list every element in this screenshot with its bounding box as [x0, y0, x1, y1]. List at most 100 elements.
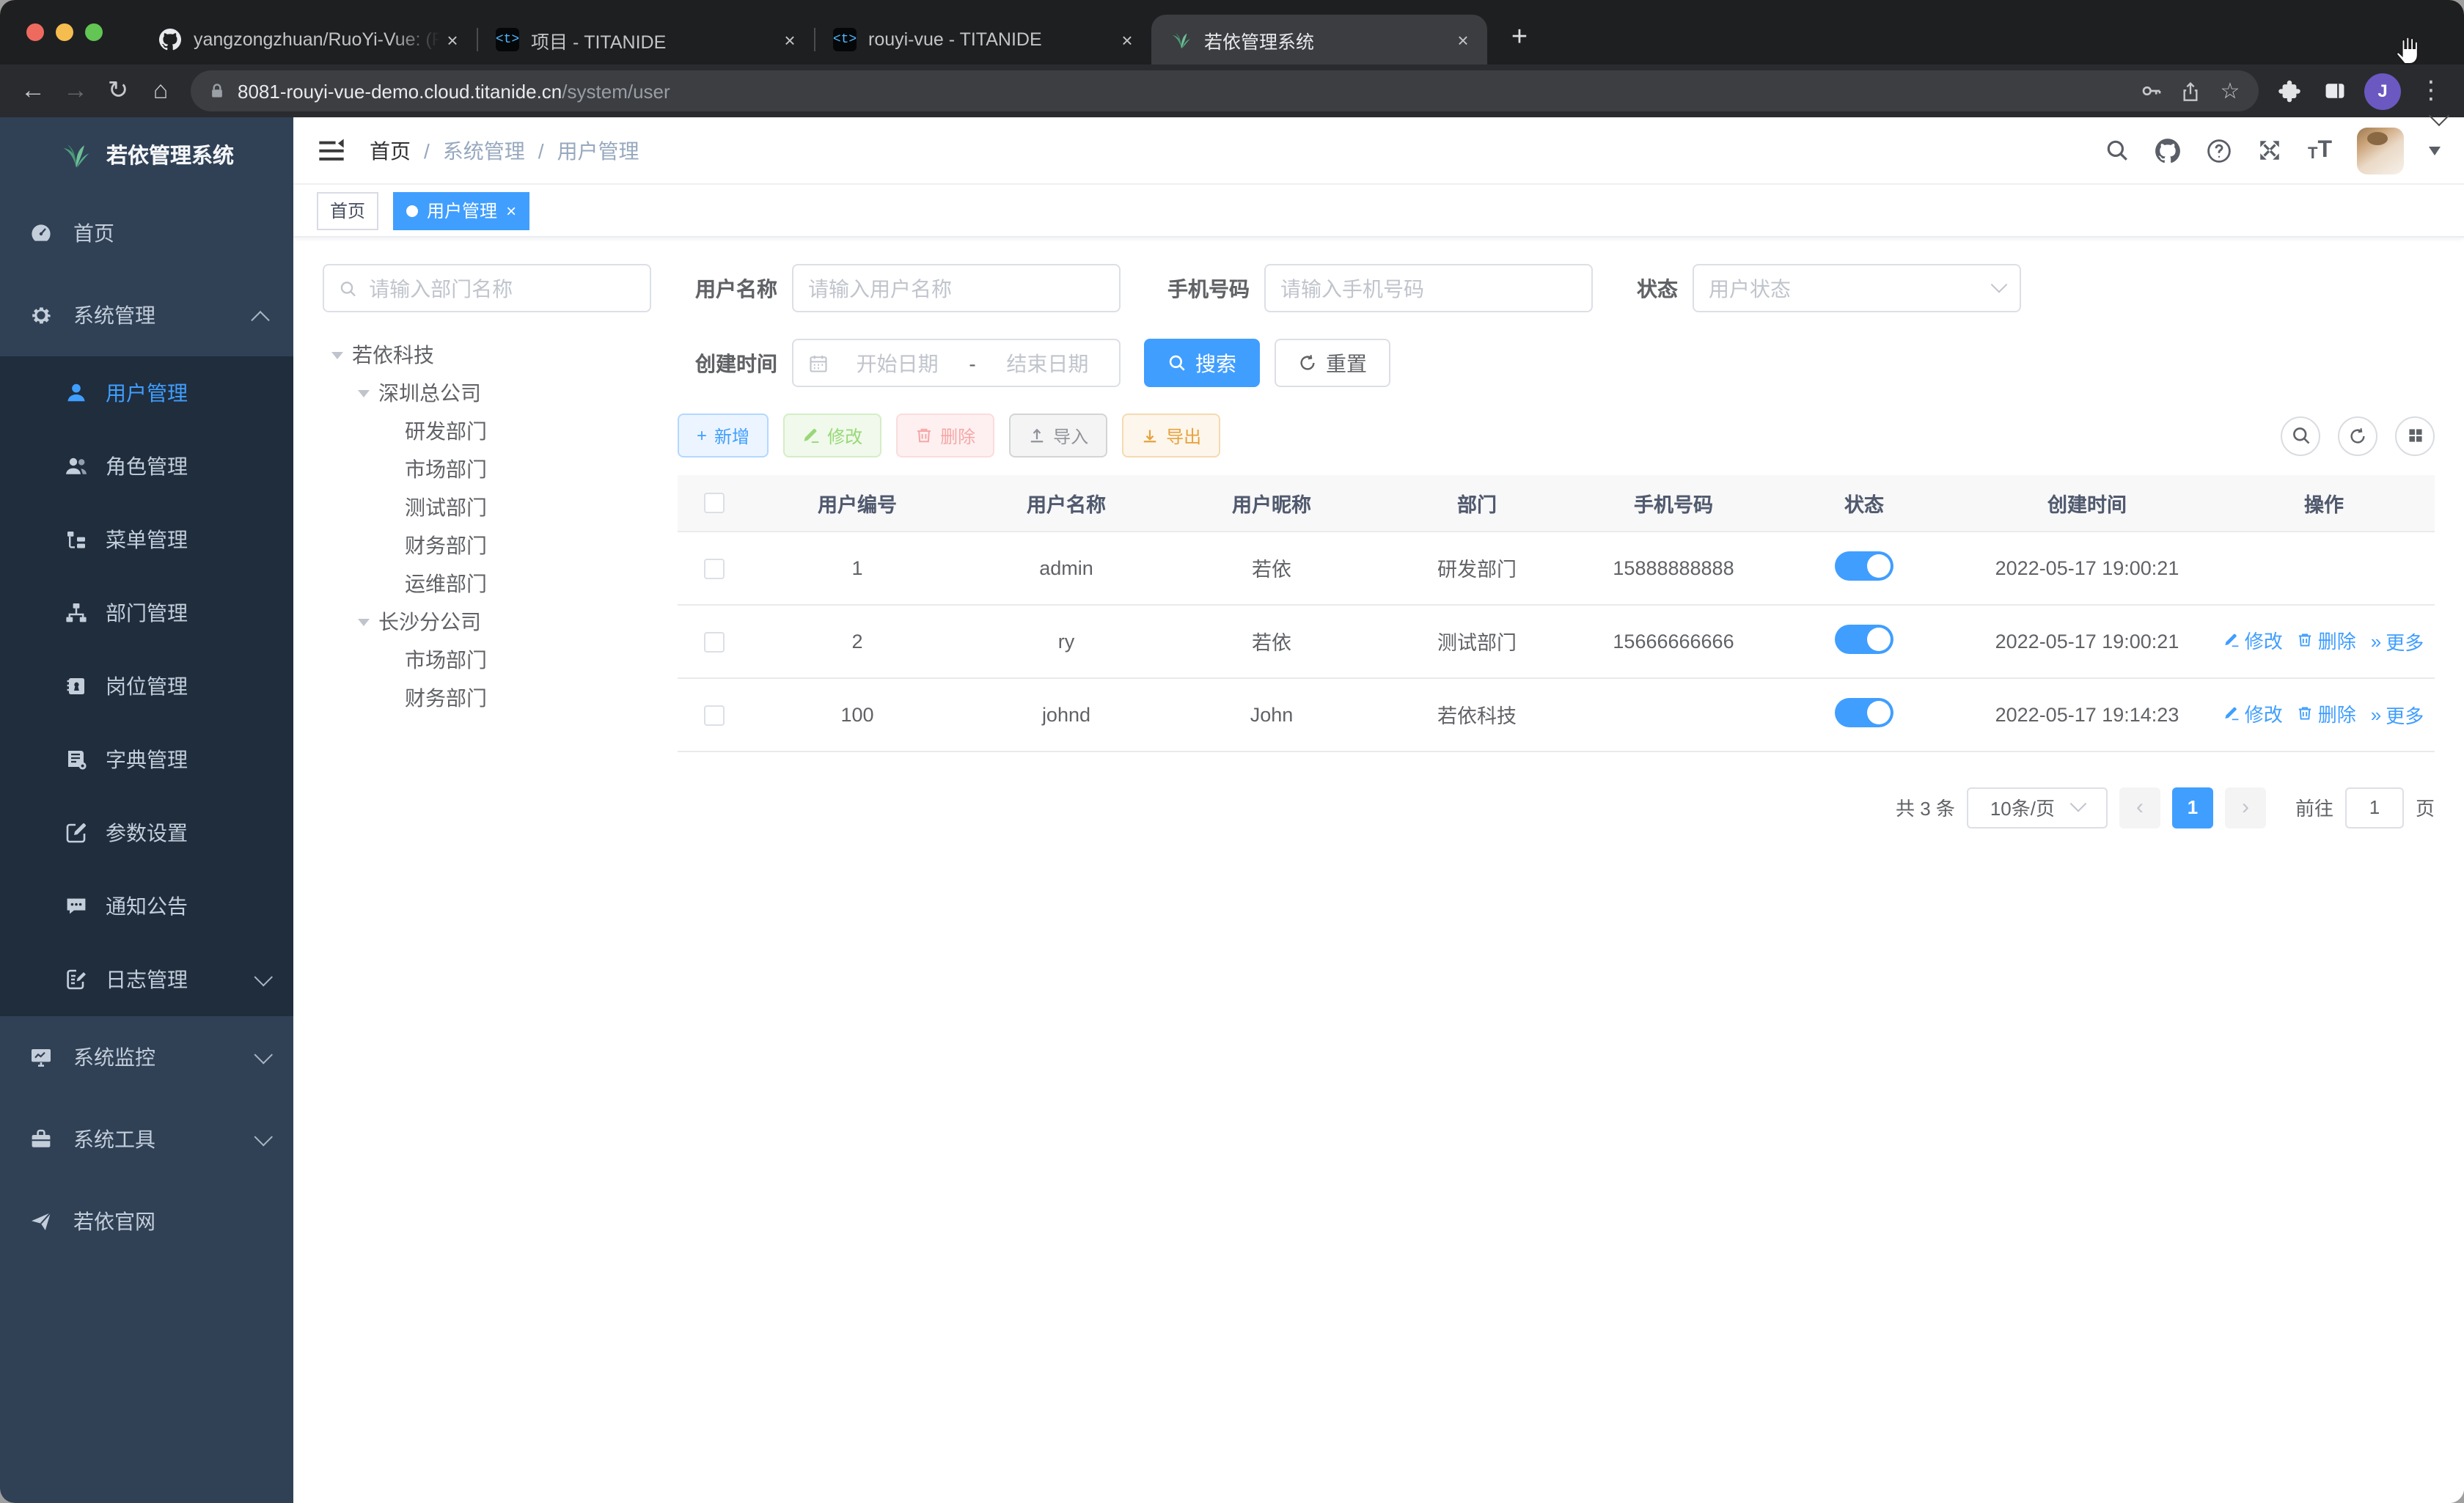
forward-button[interactable]: →	[54, 70, 97, 112]
minimize-window-button[interactable]	[56, 23, 73, 41]
close-tab-icon[interactable]: ×	[440, 27, 465, 52]
row-more-link[interactable]: » 更多	[2371, 701, 2424, 729]
import-button[interactable]: 导入	[1009, 414, 1108, 457]
breadcrumb-system[interactable]: 系统管理	[443, 136, 525, 165]
reload-button[interactable]: ↻	[97, 70, 139, 112]
side-panel-icon[interactable]	[2313, 70, 2355, 112]
close-tag-icon[interactable]: ×	[506, 202, 516, 219]
close-window-button[interactable]	[26, 23, 44, 41]
browser-tab-titanide-project[interactable]: <t> 项目 - TITANIDE ×	[478, 15, 814, 65]
row-edit-link[interactable]: 修改	[2224, 626, 2283, 654]
sidebar-item-role-management[interactable]: 角色管理	[0, 430, 293, 503]
github-icon[interactable]	[2155, 137, 2182, 163]
sidebar-item-official-site[interactable]: 若依官网	[0, 1180, 293, 1263]
sidebar-item-log-management[interactable]: 日志管理	[0, 943, 293, 1016]
sidebar-item-system-monitor[interactable]: 系统监控	[0, 1016, 293, 1098]
sidebar-item-dept-management[interactable]: 部门管理	[0, 576, 293, 650]
fullscreen-icon[interactable]	[2258, 138, 2283, 163]
new-tab-button[interactable]: +	[1499, 18, 1540, 59]
tab-title: 项目 - TITANIDE	[531, 32, 667, 52]
delete-button[interactable]: 删除	[896, 414, 995, 457]
tree-caret-icon[interactable]	[323, 351, 352, 359]
username-input[interactable]	[792, 264, 1121, 312]
add-button[interactable]: + 新增	[678, 414, 769, 457]
close-tab-icon[interactable]: ×	[777, 27, 802, 52]
share-icon[interactable]	[2171, 71, 2210, 111]
row-delete-link[interactable]: 删除	[2298, 699, 2356, 727]
tree-node[interactable]: 若依科技	[323, 336, 651, 374]
row-edit-link[interactable]: 修改	[2224, 699, 2283, 727]
sidebar-collapse-icon[interactable]	[317, 136, 346, 165]
sidebar-item-user-management[interactable]: 用户管理	[0, 356, 293, 430]
tree-node[interactable]: 市场部门	[323, 450, 651, 488]
dept-search-input[interactable]	[323, 264, 651, 312]
row-checkbox[interactable]	[704, 705, 725, 726]
row-delete-link[interactable]: 删除	[2298, 626, 2356, 654]
goto-page-input[interactable]: 1	[2344, 787, 2404, 828]
help-question-icon[interactable]	[2207, 137, 2233, 163]
column-settings-button[interactable]	[2395, 416, 2435, 455]
export-button[interactable]: 导出	[1122, 414, 1221, 457]
reset-button[interactable]: 重置	[1275, 339, 1390, 387]
sidebar-item-post-management[interactable]: 岗位管理	[0, 650, 293, 723]
tree-node[interactable]: 市场部门	[323, 641, 651, 679]
tree-node[interactable]: 财务部门	[323, 679, 651, 717]
status-toggle[interactable]	[1835, 551, 1893, 580]
breadcrumb-home[interactable]: 首页	[370, 136, 411, 165]
current-page-button[interactable]: 1	[2171, 787, 2213, 828]
sidebar-item-system-tools[interactable]: 系统工具	[0, 1098, 293, 1180]
phone-input[interactable]	[1264, 264, 1593, 312]
next-page-button[interactable]: ›	[2224, 787, 2266, 828]
tree-node[interactable]: 研发部门	[323, 412, 651, 450]
search-button[interactable]: 搜索	[1144, 339, 1260, 387]
window-controls[interactable]	[26, 23, 103, 41]
select-all-checkbox[interactable]	[704, 493, 725, 514]
header-search-icon[interactable]	[2105, 138, 2130, 163]
password-key-icon[interactable]	[2131, 71, 2171, 111]
font-size-icon[interactable]: TT	[2308, 138, 2332, 162]
page-size-select[interactable]: 10条/页	[1966, 787, 2108, 828]
tree-node[interactable]: 测试部门	[323, 488, 651, 526]
back-button[interactable]: ←	[12, 70, 54, 112]
zoom-window-button[interactable]	[85, 23, 103, 41]
extensions-puzzle-icon[interactable]	[2267, 70, 2310, 112]
user-avatar[interactable]	[2357, 127, 2404, 174]
status-toggle[interactable]	[1835, 697, 1893, 727]
row-more-link[interactable]: » 更多	[2371, 628, 2424, 655]
browser-tab-ruoyi-active[interactable]: 若依管理系统 ×	[1151, 15, 1487, 65]
bookmark-star-icon[interactable]: ☆	[2210, 71, 2250, 111]
browser-profile-avatar[interactable]: J	[2364, 73, 2401, 109]
sidebar-item-system-management[interactable]: 系统管理	[0, 274, 293, 356]
tree-caret-icon[interactable]	[349, 389, 378, 397]
refresh-table-button[interactable]	[2338, 416, 2377, 455]
close-tab-icon[interactable]: ×	[1451, 27, 1475, 52]
overflow-menu-icon[interactable]: ⋮	[2410, 70, 2452, 112]
prev-page-button[interactable]: ‹	[2119, 787, 2160, 828]
browser-tab-rouyi-vue[interactable]: <t> rouyi-vue - TITANIDE ×	[815, 15, 1151, 65]
show-search-toggle-button[interactable]	[2281, 416, 2320, 455]
tag-home[interactable]: 首页	[317, 191, 379, 229]
browser-tab-github[interactable]: yangzongzhuan/RuoYi-Vue: (Ru ×	[141, 15, 477, 65]
avatar-dropdown-caret-icon[interactable]	[2429, 146, 2441, 155]
tree-node[interactable]: 深圳总公司	[323, 374, 651, 412]
sidebar-item-notice[interactable]: 通知公告	[0, 870, 293, 943]
tree-node[interactable]: 长沙分公司	[323, 603, 651, 641]
status-select[interactable]: 用户状态	[1693, 264, 2021, 312]
sidebar-item-param-settings[interactable]: 参数设置	[0, 796, 293, 870]
close-tab-icon[interactable]: ×	[1115, 27, 1140, 52]
tree-node[interactable]: 财务部门	[323, 526, 651, 565]
home-button[interactable]: ⌂	[139, 70, 182, 112]
tree-node[interactable]: 运维部门	[323, 565, 651, 603]
sidebar-item-menu-management[interactable]: 菜单管理	[0, 503, 293, 576]
tree-caret-icon[interactable]	[349, 618, 378, 625]
sidebar-item-dict-management[interactable]: 字典管理	[0, 723, 293, 796]
date-range-picker[interactable]: 开始日期 - 结束日期	[792, 339, 1121, 387]
edit-button[interactable]: 修改	[783, 414, 882, 457]
address-bar[interactable]: 8081-rouyi-vue-demo.cloud.titanide.cn/sy…	[191, 70, 2259, 111]
sidebar-item-home[interactable]: 首页	[0, 192, 293, 274]
row-checkbox[interactable]	[704, 558, 725, 579]
status-toggle[interactable]	[1835, 624, 1893, 653]
row-checkbox[interactable]	[704, 631, 725, 653]
tag-user-management[interactable]: 用户管理 ×	[393, 191, 530, 229]
search-icon	[340, 281, 356, 296]
